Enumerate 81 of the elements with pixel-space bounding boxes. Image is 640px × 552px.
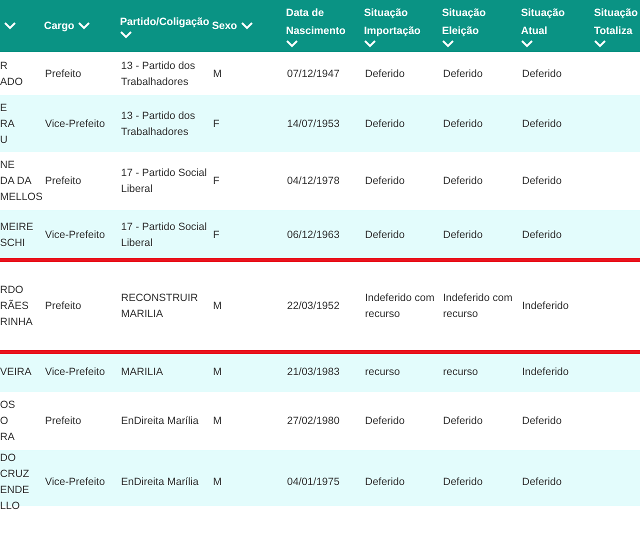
table-cell-text: Deferido — [521, 174, 563, 189]
column-header[interactable]: Situação Atual — [521, 4, 590, 40]
table-cell-text: F — [212, 228, 220, 243]
table-cell-text: Indeferido com recurso — [442, 291, 514, 322]
table-cell-text: M — [212, 365, 223, 380]
column-header[interactable]: Situação Eleição — [442, 4, 517, 40]
table-cell-text: E RA U — [0, 100, 16, 148]
column-header[interactable]: Cargo — [44, 17, 74, 35]
table-cell-text: Deferido — [521, 66, 563, 82]
table-cell-text: MARILIA — [120, 365, 164, 380]
table-cell-text: Vice-Prefeito — [44, 228, 106, 243]
table-cell-text: Deferido — [442, 174, 484, 189]
chevron-down-icon[interactable] — [521, 40, 533, 48]
table-cell-text: 13 - Partido dos Trabalhadores — [120, 108, 196, 140]
table-cell-text: F — [212, 116, 220, 132]
table-cell-text: Deferido — [442, 228, 484, 243]
table-cell-text: 04/12/1978 — [286, 174, 341, 189]
table-cell-text: 07/12/1947 — [286, 66, 341, 82]
table-cell-text: M — [212, 475, 223, 490]
table-cell-text: M — [212, 299, 223, 314]
table-cell-text: F — [212, 174, 220, 189]
table-cell-text: Vice-Prefeito — [44, 365, 106, 380]
chevron-down-icon[interactable] — [241, 22, 254, 30]
column-header[interactable]: Partido/Coligação — [120, 13, 210, 31]
table-cell-text: Vice-Prefeito — [44, 116, 106, 132]
table-cell-text: Deferido — [442, 414, 484, 429]
table-cell-text: Deferido — [364, 228, 406, 243]
table-cell-text: EnDireita Marília — [120, 475, 200, 490]
table-cell-text: Deferido — [521, 475, 563, 490]
chevron-down-icon[interactable] — [286, 40, 298, 48]
table-cell-text: 27/02/1980 — [286, 414, 341, 429]
table-cell-text: 06/12/1963 — [286, 228, 341, 243]
table-cell-text: 13 - Partido dos Trabalhadores — [120, 58, 196, 90]
chevron-down-icon[interactable] — [442, 40, 454, 48]
chevron-down-icon[interactable] — [78, 22, 90, 30]
table-cell-text: recurso — [364, 365, 402, 380]
table-cell-text: 21/03/1983 — [286, 365, 341, 380]
table-cell-text: Deferido — [442, 475, 484, 490]
column-header[interactable]: Sexo — [212, 17, 238, 35]
column-header[interactable]: Situação Totaliza — [594, 4, 640, 40]
table-cell-text: 04/01/1975 — [286, 475, 341, 490]
chevron-down-icon[interactable] — [120, 31, 132, 39]
table-cell-text: Deferido — [521, 414, 563, 429]
table-cell-text: Prefeito — [44, 174, 82, 189]
table-cell-text: R ADO — [0, 58, 24, 90]
table-cell-text: Deferido — [364, 174, 406, 189]
table-cell-text: 17 - Partido Social Liberal — [120, 166, 208, 197]
table-cell-text: Deferido — [521, 228, 563, 243]
table-cell-text: RECONSTRUIR MARILIA — [120, 291, 200, 322]
table-cell-text: VEIRA — [0, 365, 33, 380]
table-cell-text: EnDireita Marília — [120, 414, 200, 429]
table-cell-text: Deferido — [364, 475, 406, 490]
table-cell-text: recurso — [442, 365, 480, 380]
chevron-down-icon[interactable] — [594, 40, 606, 48]
table-cell-text: MEIRE SCHI — [0, 220, 34, 251]
table-cell-text: DO CRUZ ENDE LLO — [0, 451, 30, 514]
table-cell-text: 14/07/1953 — [286, 116, 341, 132]
table-cell-text: Prefeito — [44, 299, 82, 314]
table-cell-text: OS O RA — [0, 398, 16, 445]
table-cell-text: 17 - Partido Social Liberal — [120, 220, 208, 251]
table-cell-text: RDO RÃES RINHA — [0, 283, 34, 330]
table-cell-text: Indeferido — [521, 365, 570, 380]
table-cell-text: Indeferido — [521, 299, 570, 314]
table-cell-text: Deferido — [442, 116, 484, 132]
table-cell-text: NE DA DA MELLOS — [0, 158, 40, 205]
table-cell-text: Vice-Prefeito — [44, 475, 106, 490]
table-cell-text: Deferido — [364, 116, 406, 132]
table-cell-text: Deferido — [521, 116, 563, 132]
table-cell-text: Indeferido com recurso — [364, 291, 436, 322]
table-cell-text: 22/03/1952 — [286, 299, 341, 314]
table-cell-text: M — [212, 66, 223, 82]
column-header[interactable]: Situação Importação — [364, 4, 438, 40]
column-header[interactable]: Data de Nascimento — [286, 4, 360, 40]
table-cell-text: Deferido — [442, 66, 484, 82]
table-cell-text: Deferido — [364, 66, 406, 82]
chevron-down-icon[interactable] — [364, 40, 376, 48]
chevron-down-icon[interactable] — [4, 22, 16, 30]
table-cell-text: M — [212, 414, 223, 429]
table-cell-text: Prefeito — [44, 414, 82, 429]
table-cell-text: Prefeito — [44, 66, 82, 82]
table-cell-text: Deferido — [364, 414, 406, 429]
